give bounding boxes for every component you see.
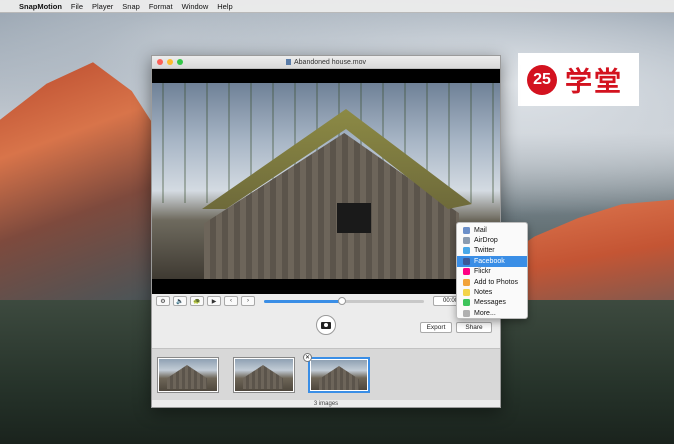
menu-format[interactable]: Format: [149, 2, 173, 11]
messages-icon: [463, 299, 470, 307]
status-text: 3 images: [313, 401, 339, 407]
share-menu-item-flickr[interactable]: Flickr: [457, 267, 527, 277]
remove-snapshot-icon[interactable]: ✕: [303, 353, 312, 362]
twitter-icon: [463, 247, 470, 255]
snapshot-thumbnail[interactable]: [233, 357, 295, 393]
menu-bar: SnapMotion File Player Snap Format Windo…: [0, 0, 674, 13]
share-menu: Mail AirDrop Twitter Facebook Flickr Add…: [456, 222, 528, 319]
video-barn-door: [337, 203, 371, 233]
play-icon[interactable]: ▶: [207, 296, 221, 306]
snap-row: Export Share: [152, 314, 500, 346]
snap-button[interactable]: [316, 315, 336, 335]
notes-icon: [463, 289, 470, 297]
playback-scrubber[interactable]: [264, 296, 424, 305]
snapmotion-window: Abandoned house.mov ⚙ 🔈 🐢 ▶ ‹ › 00:00:0 …: [151, 55, 501, 408]
window-title-text: Abandoned house.mov: [294, 58, 366, 66]
scrubber-progress: [264, 299, 343, 303]
snapshot-strip: ✕: [152, 348, 500, 400]
snapshot-thumbnail[interactable]: [157, 357, 219, 393]
menu-help[interactable]: Help: [217, 2, 232, 11]
movie-file-icon: [286, 58, 291, 65]
menu-file[interactable]: File: [71, 2, 83, 11]
snapshot-image: [235, 359, 293, 391]
logo-text: 学堂: [565, 67, 623, 97]
mail-icon: [463, 226, 470, 234]
menu-item-label: Facebook: [474, 257, 505, 265]
snapshot-image: [311, 360, 367, 390]
player-controls: ⚙ 🔈 🐢 ▶ ‹ › 00:00:0: [152, 294, 500, 308]
menu-item-label: Flickr: [474, 268, 491, 276]
menu-item-label: AirDrop: [474, 237, 498, 245]
share-button[interactable]: Share: [456, 322, 492, 333]
volume-icon[interactable]: 🔈: [173, 296, 187, 306]
logo-badge: 25: [527, 64, 557, 95]
share-menu-item-facebook[interactable]: Facebook: [457, 256, 527, 267]
title-bar[interactable]: Abandoned house.mov: [152, 56, 500, 69]
snapshot-image: [159, 359, 217, 391]
photos-icon: [463, 278, 470, 286]
share-menu-item-airdrop[interactable]: AirDrop: [457, 235, 527, 245]
video-frame: [152, 83, 500, 279]
menu-window[interactable]: Window: [182, 2, 209, 11]
share-menu-item-add-to-photos[interactable]: Add to Photos: [457, 277, 527, 287]
menu-item-label: Messages: [474, 299, 506, 307]
menu-app-name[interactable]: SnapMotion: [19, 2, 62, 11]
facebook-icon: [463, 257, 470, 265]
share-menu-item-more[interactable]: More...: [457, 308, 527, 318]
flickr-icon: [463, 268, 470, 276]
menu-item-label: Mail: [474, 226, 487, 234]
share-menu-item-mail[interactable]: Mail: [457, 225, 527, 235]
camera-icon: [321, 321, 331, 329]
share-menu-item-twitter[interactable]: Twitter: [457, 246, 527, 256]
next-frame-icon[interactable]: ›: [241, 296, 255, 306]
window-title: Abandoned house.mov: [152, 58, 500, 66]
video-player[interactable]: [152, 69, 500, 294]
export-button[interactable]: Export: [420, 322, 452, 333]
menu-item-label: Notes: [474, 289, 493, 297]
scrubber-handle[interactable]: [338, 296, 347, 305]
share-menu-item-messages[interactable]: Messages: [457, 298, 527, 308]
menu-player[interactable]: Player: [92, 2, 113, 11]
airdrop-icon: [463, 237, 470, 245]
more-icon: [463, 309, 470, 317]
menu-item-label: Twitter: [474, 247, 495, 255]
turtle-icon[interactable]: 🐢: [190, 296, 204, 306]
menu-snap[interactable]: Snap: [122, 2, 140, 11]
menu-item-label: More...: [474, 309, 496, 317]
gear-icon[interactable]: ⚙: [156, 296, 170, 306]
share-menu-item-notes[interactable]: Notes: [457, 287, 527, 297]
menu-item-label: Add to Photos: [474, 278, 518, 286]
watermark-logo: 25 学堂: [518, 53, 639, 106]
snapshot-thumbnail-selected[interactable]: [308, 357, 370, 393]
previous-frame-icon[interactable]: ‹: [224, 296, 238, 306]
